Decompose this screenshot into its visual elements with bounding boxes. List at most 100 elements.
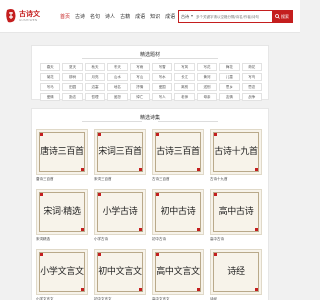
nav-knowledge[interactable]: 知识: [150, 13, 160, 20]
theme-tag[interactable]: 写雪: [151, 63, 173, 71]
theme-tag[interactable]: 写马: [40, 83, 61, 91]
theme-tag[interactable]: 离别: [174, 83, 195, 91]
theme-tag[interactable]: 长江: [174, 73, 195, 81]
themes-section: 精选题材 春天 夏天 秋天 冬天 写雨 写雪 写风 写花 梅花 荷花 菊花 柳树 月亮 山水 写山 写水 长江黄…: [31, 45, 269, 101]
theme-tag[interactable]: 抒情: [129, 83, 150, 91]
collection-card[interactable]: 初中文言文 初中文言文: [94, 249, 146, 300]
theme-tag[interactable]: 写鸟: [241, 73, 262, 81]
theme-tag[interactable]: 柳树: [62, 73, 83, 81]
search-button[interactable]: 搜索: [272, 11, 292, 22]
collection-label[interactable]: 高中古诗: [210, 237, 224, 242]
theme-tag-grid: 春天 夏天 秋天 冬天 写雨 写雪 写风 写花 梅花 荷花菊花 柳树 月亮 山水 写山 写水 长江 黄河 儿童 写鸟…: [40, 63, 262, 101]
collection-card[interactable]: 宋词·精选宋词精选: [36, 189, 88, 245]
collection-label[interactable]: 古诗十九首: [210, 177, 228, 182]
collection-card[interactable]: 高中古诗 高中古诗: [210, 189, 262, 245]
seal-icon: [139, 168, 142, 171]
collection-cover[interactable]: 古诗三百首: [152, 129, 204, 175]
collection-cover[interactable]: 高中文言文: [152, 249, 204, 295]
theme-tag[interactable]: 思乡: [219, 83, 240, 91]
collection-cover[interactable]: 高中古诗: [210, 189, 262, 235]
theme-tag[interactable]: 写风: [174, 63, 195, 71]
theme-tag[interactable]: 送别: [196, 83, 218, 91]
theme-tag[interactable]: 秋天: [84, 63, 106, 71]
search-category-select[interactable]: 古诗: [181, 14, 189, 20]
nav-poets[interactable]: 诗人: [105, 13, 115, 20]
seal-icon: [197, 288, 200, 291]
collection-card[interactable]: 小学文言文 小学文言文: [36, 249, 88, 300]
seal-icon: [214, 193, 217, 196]
collection-card[interactable]: 唐诗三百首 唐诗三百首: [36, 129, 88, 185]
theme-tag[interactable]: 写花: [196, 63, 218, 71]
theme-tag[interactable]: 母亲: [196, 93, 218, 101]
nav-idioms-2[interactable]: 成语: [165, 13, 175, 20]
collection-card[interactable]: 古诗十九首 古诗十九首: [210, 129, 262, 185]
collection-label[interactable]: 初中古诗: [152, 237, 166, 242]
collections-title: 精选诗集: [139, 115, 160, 121]
theme-tag[interactable]: 春天: [40, 63, 61, 71]
collection-cover[interactable]: 小学文言文: [36, 249, 88, 295]
theme-tag[interactable]: 夏天: [62, 63, 83, 71]
nav-poems[interactable]: 古诗: [75, 13, 85, 20]
search-input[interactable]: [196, 12, 271, 21]
collection-card[interactable]: 诗经 诗经: [210, 249, 262, 300]
theme-tag[interactable]: 边塞: [84, 83, 106, 91]
theme-tag[interactable]: 山水: [107, 73, 128, 81]
theme-tag[interactable]: 爱国: [151, 83, 173, 91]
theme-tag[interactable]: 励志: [62, 93, 83, 101]
collection-cover[interactable]: 宋词·精选: [36, 189, 88, 235]
theme-tag[interactable]: 田园: [62, 83, 83, 91]
collection-card[interactable]: 高中文言文 高中文言文: [152, 249, 204, 300]
theme-tag[interactable]: 友情: [219, 93, 240, 101]
site-logo[interactable]: 古诗文 GUSHIWEN: [4, 8, 54, 28]
theme-tag[interactable]: 哲理: [84, 93, 106, 101]
collection-label[interactable]: 唐诗三百首: [36, 177, 54, 182]
collection-label[interactable]: 古诗三百首: [152, 177, 170, 182]
theme-tag[interactable]: 写人: [151, 93, 173, 101]
theme-tag[interactable]: 儿童: [219, 73, 240, 81]
collection-cover[interactable]: 初中古诗: [152, 189, 204, 235]
collection-cover[interactable]: 小学古诗: [94, 189, 146, 235]
theme-tag[interactable]: 思念: [241, 83, 262, 91]
collection-card[interactable]: 古诗三百首 古诗三百首: [152, 129, 204, 185]
theme-tag[interactable]: 荷花: [241, 63, 262, 71]
collection-cover[interactable]: 唐诗三百首: [36, 129, 88, 175]
theme-tag[interactable]: 月亮: [84, 73, 106, 81]
theme-tag[interactable]: 菊花: [40, 73, 61, 81]
collection-cover[interactable]: 古诗十九首: [210, 129, 262, 175]
collection-label[interactable]: 宋词精选: [36, 237, 50, 242]
collection-card[interactable]: 初中古诗 初中古诗: [152, 189, 204, 245]
theme-tag[interactable]: 爱情: [40, 93, 61, 101]
theme-tag[interactable]: 闺怨: [107, 93, 128, 101]
collection-card-grid: 唐诗三百首 唐诗三百首 宋词三百首 宋词三百首 古诗三百首 古诗三百首 古诗十九首 古诗十九首…: [36, 129, 266, 300]
nav-famous-lines[interactable]: 名句: [90, 13, 100, 20]
chevron-down-icon[interactable]: [191, 15, 193, 17]
theme-tag[interactable]: 冬天: [107, 63, 128, 71]
theme-tag[interactable]: 黄河: [196, 73, 218, 81]
collection-label[interactable]: 宋词三百首: [94, 177, 112, 182]
collection-cover[interactable]: 诗经: [210, 249, 262, 295]
theme-tag[interactable]: 写山: [129, 73, 150, 81]
cover-calligraphy-title: 高中古诗: [218, 207, 254, 217]
collection-label[interactable]: 小学古诗: [94, 237, 108, 242]
collection-card[interactable]: 宋词三百首 宋词三百首: [94, 129, 146, 185]
theme-tag[interactable]: 战争: [241, 93, 262, 101]
theme-tag[interactable]: 悼亡: [129, 93, 150, 101]
cover-calligraphy-title: 初中古诗: [160, 207, 196, 217]
seal-icon: [81, 168, 84, 171]
nav-home[interactable]: 首页: [60, 13, 70, 20]
collection-cover[interactable]: 初中文言文: [94, 249, 146, 295]
theme-tag[interactable]: 老师: [174, 93, 195, 101]
theme-tag[interactable]: 地名: [107, 83, 128, 91]
collection-cover[interactable]: 宋词三百首: [94, 129, 146, 175]
nav-idioms[interactable]: 成语: [135, 13, 145, 20]
cover-calligraphy-title: 古诗三百首: [156, 147, 200, 157]
cover-calligraphy-title: 初中文言文: [98, 267, 142, 277]
theme-tag[interactable]: 写雨: [129, 63, 150, 71]
nav-classics[interactable]: 古籍: [120, 13, 130, 20]
collection-card[interactable]: 小学古诗 小学古诗: [94, 189, 146, 245]
search-bar: 古诗 搜索: [178, 10, 293, 23]
cover-calligraphy-title: 诗经: [227, 267, 245, 277]
seal-icon: [139, 228, 142, 231]
theme-tag[interactable]: 梅花: [219, 63, 240, 71]
theme-tag[interactable]: 写水: [151, 73, 173, 81]
